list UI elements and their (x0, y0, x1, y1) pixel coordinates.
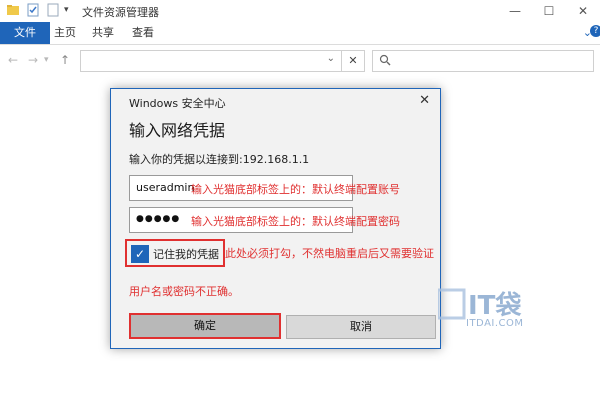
recent-dropdown-icon[interactable]: ▾ (44, 55, 49, 65)
minimize-icon[interactable]: — (498, 0, 532, 22)
credential-dialog: Windows 安全中心 ✕ 输入网络凭据 输入你的凭据以连接到:192.168… (110, 88, 441, 349)
dialog-heading: 输入网络凭据 (129, 121, 226, 140)
dialog-close-icon[interactable]: ✕ (419, 93, 430, 108)
ribbon-tabs: 文件 主页 共享 查看 ⌄ ? (0, 22, 600, 45)
address-input[interactable]: ⌄ (80, 50, 342, 72)
address-dropdown-icon[interactable]: ⌄ (327, 53, 335, 64)
close-icon[interactable]: ✕ (566, 0, 600, 22)
ok-button[interactable]: 确定 (129, 313, 281, 339)
window-title: 文件资源管理器 (82, 6, 159, 19)
search-input[interactable] (372, 50, 594, 72)
search-icon (379, 54, 391, 69)
username-value: useradmin (136, 181, 195, 194)
navigation-bar: ← → ▾ ↑ ⌄ ✕ (0, 45, 600, 75)
watermark-brand: IT袋 (468, 291, 522, 321)
forward-arrow-icon[interactable]: → (28, 53, 38, 67)
folder-icon (6, 3, 20, 20)
dialog-title: Windows 安全中心 (129, 97, 226, 110)
help-icon[interactable]: ? (590, 25, 600, 37)
cancel-button[interactable]: 取消 (286, 315, 436, 339)
up-arrow-icon[interactable]: ↑ (60, 53, 70, 67)
properties-icon[interactable] (26, 3, 40, 20)
remember-label: 记住我的凭据 (153, 248, 219, 261)
remember-annotation: 此处必须打勾，不然电脑重启后又需要验证 (225, 247, 434, 260)
maximize-icon[interactable]: ☐ (532, 0, 566, 22)
explorer-title-bar: ▾ 文件资源管理器 — ☐ ✕ (0, 0, 600, 22)
dialog-subtitle: 输入你的凭据以连接到:192.168.1.1 (129, 153, 310, 166)
back-arrow-icon[interactable]: ← (8, 53, 18, 67)
error-message: 用户名或密码不正确。 (129, 285, 239, 298)
tab-home[interactable]: 主页 (44, 22, 86, 44)
watermark-logo-icon: IT袋 (436, 288, 522, 321)
remember-credentials-checkbox[interactable]: ✓ 记住我的凭据 (125, 239, 225, 267)
watermark-site: ITDAI.COM (466, 318, 524, 329)
password-mask: ●●●●● (136, 214, 181, 224)
tab-file[interactable]: 文件 (0, 22, 50, 44)
quick-access-dropdown-icon[interactable]: ▾ (64, 5, 69, 15)
password-annotation: 输入光猫底部标签上的：默认终端配置密码 (191, 215, 400, 228)
username-annotation: 输入光猫底部标签上的：默认终端配置账号 (191, 183, 400, 196)
tab-share[interactable]: 共享 (82, 22, 124, 44)
checkmark-icon[interactable]: ✓ (131, 245, 149, 263)
tab-view[interactable]: 查看 (122, 22, 164, 44)
new-folder-icon[interactable] (46, 3, 60, 20)
clear-address-icon[interactable]: ✕ (341, 50, 365, 72)
